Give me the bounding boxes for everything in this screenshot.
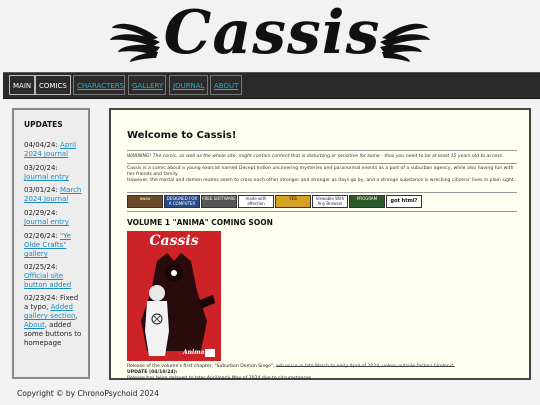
intro-text: Cassis is a comic about a young exorcist… [127,166,519,184]
nav-comics[interactable]: COMICS [35,75,71,95]
badge-button[interactable]: made with affection [238,195,274,208]
badge-button[interactable]: awoo [127,195,163,208]
update-link[interactable]: Official site button added [24,272,71,289]
update-item: 03/20/24: Journal entry [24,164,84,182]
update-link[interactable]: About [24,321,45,329]
update-text: Release has been delayed to later April/… [127,376,313,381]
update-date: 02/26/24: [24,232,58,240]
update-date: 02/25/24: [24,263,58,271]
update-item: 02/25/24: Official site button added [24,263,84,290]
badge-button[interactable]: PROGRAM [349,195,385,208]
badge-button[interactable]: DESIGNED FOR A COMPUTER [164,195,200,208]
badge-button[interactable]: YES [275,195,311,208]
divider [127,192,517,193]
comic-cover-image[interactable]: Cassis Anima [127,231,221,361]
release-text: Release of the volume's first chapter, "… [127,364,275,369]
update-date: 02/29/24: [24,209,58,217]
update-link[interactable]: Journal entry [24,218,69,226]
update-item: 04/04/24: April 2024 journal [24,141,84,159]
badge-button[interactable]: Viewable With Any Browser [312,195,348,208]
update-item: 02/29/24: Journal entry [24,209,84,227]
badge-button[interactable]: FREE SOFTWARE [201,195,237,208]
nav-characters[interactable]: CHARACTERS [73,75,125,95]
update-label: UPDATE (04/10/24): [127,370,178,375]
updates-sidebar: UPDATES 04/04/24: April 2024 journal 03/… [12,108,90,379]
nav-gallery[interactable]: GALLERY [128,75,166,95]
content-warning: WARNING! The comic, as well as the whole… [127,154,504,159]
intro-paragraph: However, the mortal and demon realms see… [127,178,519,183]
main-nav: MAIN COMICS CHARACTERS GALLERY JOURNAL A… [3,72,540,99]
copyright-footer: Copyright © by ChronoPsychoid 2024 [17,389,159,398]
update-date: 04/04/24: [24,141,58,149]
site-logo[interactable]: Cassis [162,0,382,68]
nav-about[interactable]: ABOUT [210,75,242,95]
divider [127,211,517,212]
main-content: Welcome to Cassis! WARNING! The comic, a… [109,108,531,382]
update-date: 03/20/24: [24,164,58,172]
release-struck-text: will occur in late March to early April … [276,364,455,369]
update-text: , [75,312,78,320]
divider [127,150,517,151]
volume-title: VOLUME 1 "ANIMA" COMING SOON [127,218,273,227]
release-info: Release of the volume's first chapter, "… [127,364,527,382]
divider [127,163,517,164]
intro-paragraph: Cassis is a comic about a young exorcist… [127,166,514,177]
update-link[interactable]: Journal entry [24,173,69,181]
updates-title: UPDATES [24,120,63,129]
update-date: 03/01/24: [24,186,58,194]
cover-illustration-icon [141,253,215,357]
update-item: 03/01/24: March 2024 Journal [24,186,84,204]
badge-button[interactable]: got html? [386,195,422,208]
update-item: 02/26/24: "Ye Olde Crafts" gallery [24,232,84,259]
update-item: 02/23/24: Fixed a typo, Added gallery se… [24,294,84,348]
site-header: Cassis [0,0,540,70]
cover-subtitle: Anima [183,349,205,356]
page-title: Welcome to Cassis! [127,130,237,141]
nav-journal[interactable]: JOURNAL [169,75,208,95]
update-date: 02/23/24: [24,294,58,302]
nav-main[interactable]: MAIN [9,75,35,95]
